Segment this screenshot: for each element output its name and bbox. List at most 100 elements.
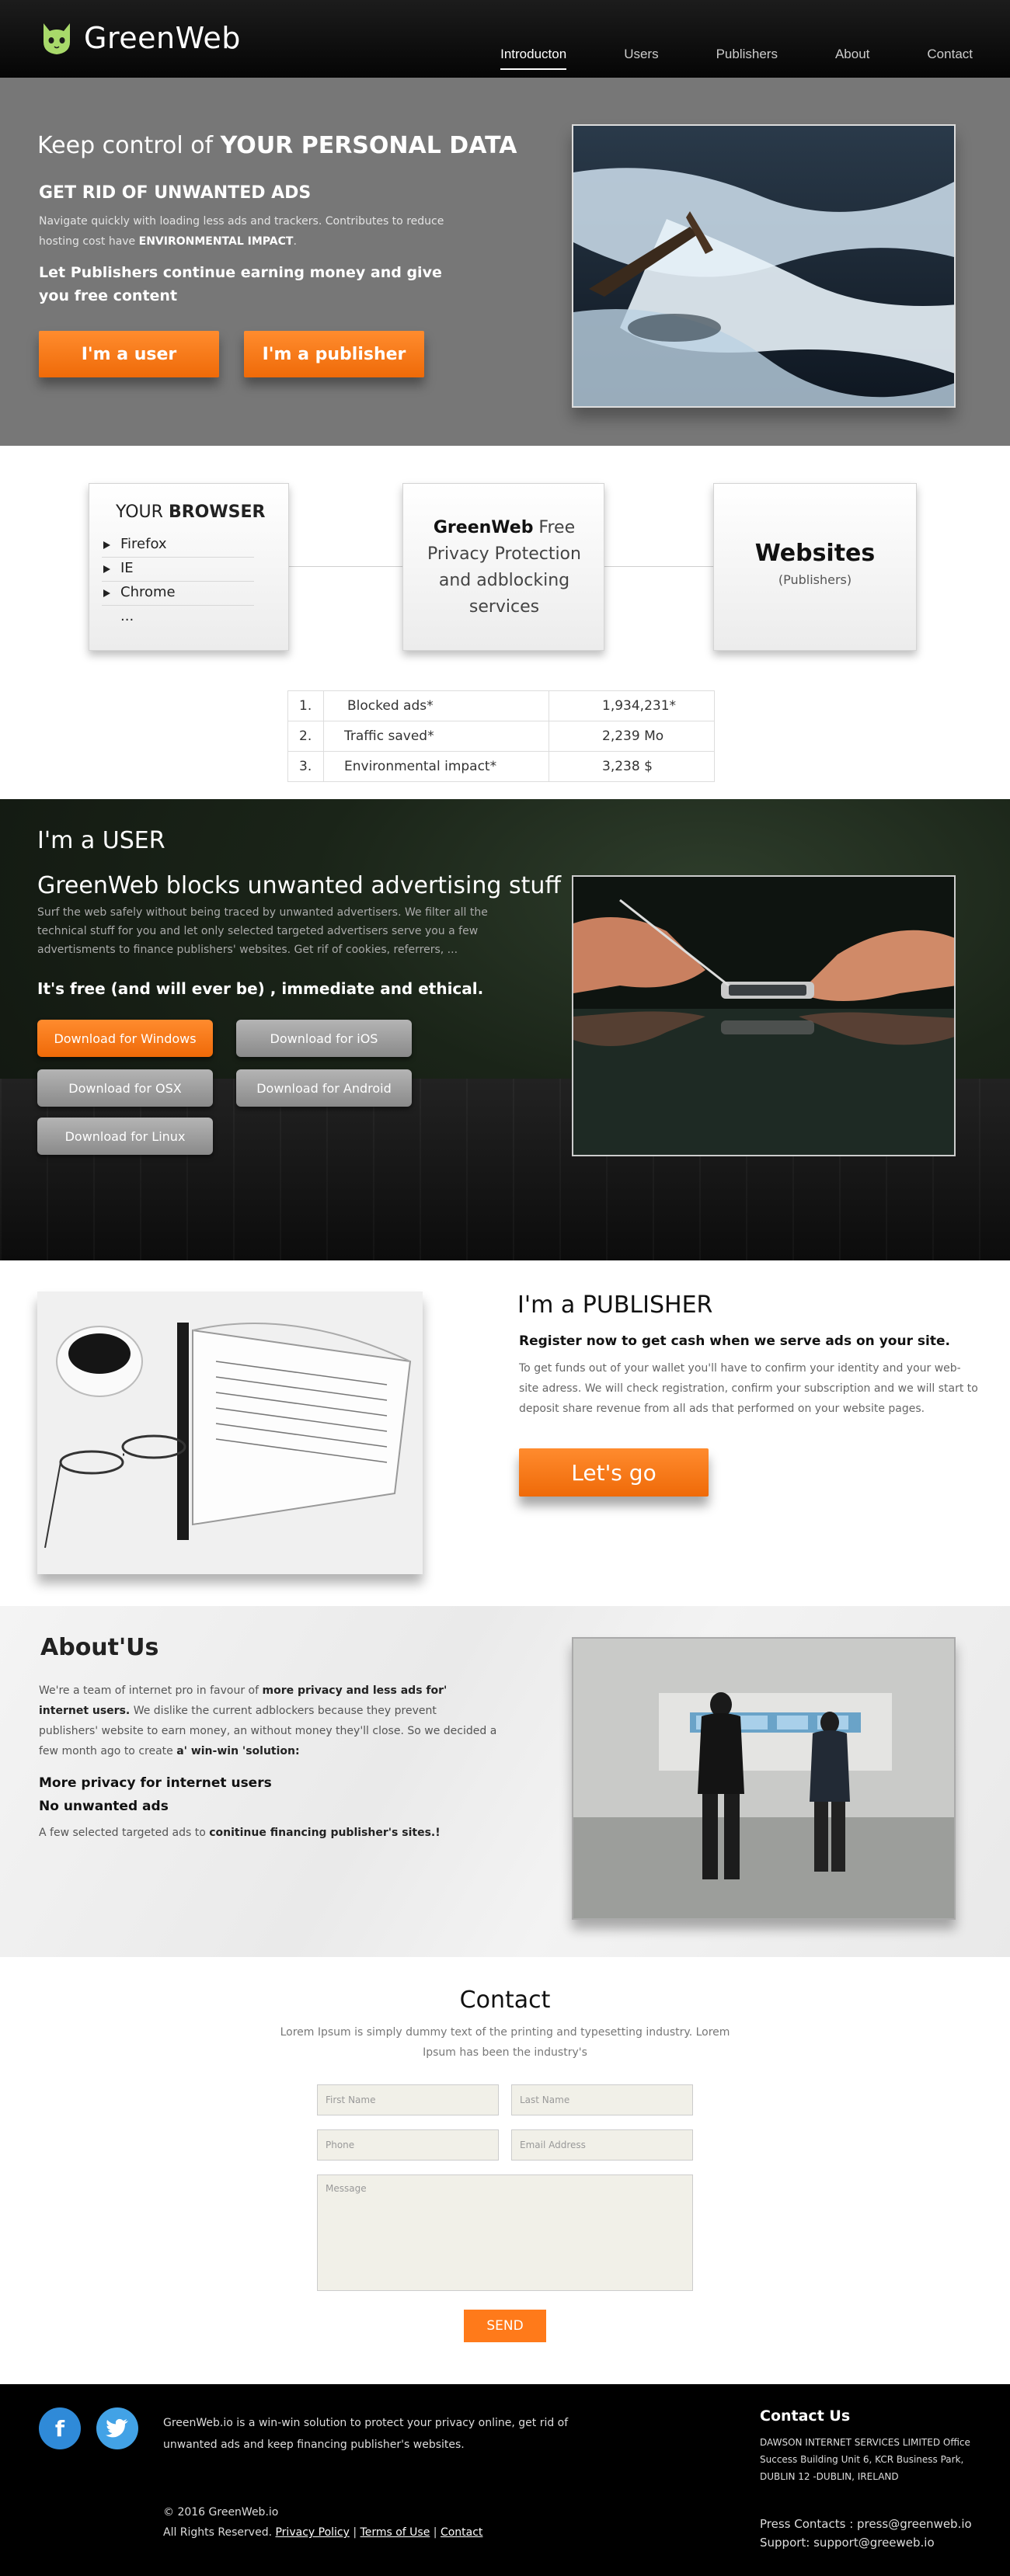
greenweb-box-strong: GreenWeb	[433, 518, 534, 537]
separator: |	[349, 2526, 360, 2539]
browser-title-strong: BROWSER	[168, 502, 266, 522]
hero-title-prefix: Keep control of	[37, 132, 221, 159]
nav-item-publishers[interactable]: Publishers	[716, 47, 778, 70]
stat-value: 3,238 $	[549, 751, 715, 782]
browser-name: Chrome	[120, 584, 176, 600]
stat-num: 1.	[287, 690, 324, 721]
im-a-publisher-button[interactable]: I'm a publisher	[244, 331, 424, 377]
contact-title: Contact	[459, 1987, 551, 2014]
about-text-strong: a' win-win 'solution:	[176, 1745, 300, 1757]
stat-num: 2.	[287, 721, 324, 752]
hero-desc-end: .	[293, 235, 297, 248]
contact-link[interactable]: Contact	[441, 2526, 482, 2539]
lets-go-button[interactable]: Let's go	[519, 1448, 709, 1497]
connector-line	[289, 566, 404, 567]
books-coffee-image	[37, 1291, 423, 1574]
cat-logo-icon	[44, 23, 70, 54]
browser-name: ...	[120, 608, 134, 624]
download-android-button[interactable]: Download for Android	[236, 1069, 412, 1107]
about-title: About'Us	[40, 1634, 159, 1661]
greenweb-box: GreenWeb Free Privacy Protection and adb…	[402, 483, 604, 651]
browser-title: YOUR BROWSER	[116, 502, 265, 522]
main-nav: Introducton Users Publishers About Conta…	[443, 47, 973, 70]
brand-name: GreenWeb	[84, 21, 241, 55]
download-linux-button[interactable]: Download for Linux	[37, 1118, 213, 1155]
books-coffee-photo	[37, 1291, 423, 1574]
send-button[interactable]: SEND	[464, 2310, 546, 2342]
about-point-privacy: More privacy for internet users	[39, 1775, 272, 1791]
twitter-bird-icon	[106, 2418, 128, 2438]
message-field[interactable]	[317, 2174, 693, 2291]
nav-item-users[interactable]: Users	[624, 47, 658, 70]
first-name-field[interactable]	[317, 2084, 499, 2115]
footer-text: GreenWeb.io is a win-win solution to pro…	[163, 2417, 569, 2451]
gallery-image	[573, 1639, 954, 1918]
websites-title: Websites	[754, 540, 876, 567]
connector-line	[604, 566, 713, 567]
users-title: I'm a USER	[37, 827, 165, 854]
footer-legal-links: All Rights Reserved. Privacy Policy | Te…	[163, 2522, 482, 2543]
about-few-text: A few selected targeted ads to	[39, 1827, 210, 1839]
about-few-ads: A few selected targeted ads to conitinue…	[39, 1827, 441, 1839]
stat-value: 1,934,231*	[549, 690, 715, 721]
download-osx-button[interactable]: Download for OSX	[37, 1069, 213, 1107]
footer-contact-title: Contact Us	[760, 2407, 851, 2425]
list-item: ...	[102, 606, 254, 630]
triangle-bullet-icon	[103, 541, 110, 549]
stat-label: Traffic saved*	[323, 721, 549, 752]
nav-item-about[interactable]: About	[835, 47, 869, 70]
browser-name: IE	[120, 560, 134, 576]
about-section: About'Us We're a team of internet pro in…	[0, 1606, 1010, 1957]
hero-desc-strong: ENVIRONMENTAL IMPACT	[138, 235, 294, 248]
hands-phone-photo	[572, 875, 956, 1156]
footer-copyright: © 2016 GreenWeb.io All Rights Reserved. …	[163, 2502, 482, 2543]
list-item: Chrome	[102, 582, 254, 606]
email-field[interactable]	[511, 2129, 693, 2161]
privacy-policy-link[interactable]: Privacy Policy	[275, 2526, 349, 2539]
publisher-section: I'm a PUBLISHER Register now to get cash…	[0, 1260, 1010, 1606]
support-contact[interactable]: Support: support@greeweb.io	[760, 2533, 972, 2552]
twitter-icon[interactable]	[96, 2407, 138, 2449]
im-a-user-button[interactable]: I'm a user	[39, 331, 219, 377]
contact-section: Contact Lorem Ipsum is simply dummy text…	[0, 1957, 1010, 2384]
stat-label: Blocked ads*	[323, 690, 549, 721]
stat-label: Environmental impact*	[323, 751, 549, 782]
hero-title: Keep control of YOUR PERSONAL DATA	[37, 132, 517, 159]
table-row: 2. Traffic saved* 2,239 Mo	[287, 721, 715, 752]
download-ios-button[interactable]: Download for iOS	[236, 1020, 412, 1057]
hero-description: Navigate quickly with loading less ads a…	[39, 211, 458, 252]
about-point-no-ads: No unwanted ads	[39, 1799, 169, 1814]
users-description: Surf the web safely without being traced…	[37, 906, 488, 956]
triangle-bullet-icon	[103, 565, 110, 573]
separator: |	[430, 2526, 441, 2539]
contact-description: Lorem Ipsum is simply dummy text of the …	[280, 2026, 730, 2059]
publisher-description: To get funds out of your wallet you'll h…	[519, 1362, 978, 1415]
stats-table: 1. Blocked ads* 1,934,231* 2. Traffic sa…	[287, 690, 715, 782]
terms-of-use-link[interactable]: Terms of Use	[360, 2526, 430, 2539]
browser-title-prefix: YOUR	[116, 502, 169, 522]
logo[interactable]: GreenWeb	[37, 19, 241, 57]
list-item: IE	[102, 558, 254, 582]
press-contact[interactable]: Press Contacts : press@greenweb.io	[760, 2515, 972, 2533]
publisher-title: I'm a PUBLISHER	[517, 1291, 713, 1319]
publisher-register: Register now to get cash when we serve a…	[519, 1333, 950, 1349]
stat-value: 2,239 Mo	[549, 721, 715, 752]
footer-press: Press Contacts : press@greenweb.io Suppo…	[760, 2515, 972, 2552]
nav-item-contact[interactable]: Contact	[927, 47, 973, 70]
phone-field[interactable]	[317, 2129, 499, 2161]
copyright-text: © 2016 GreenWeb.io	[163, 2506, 279, 2519]
download-windows-button[interactable]: Download for Windows	[37, 1020, 213, 1057]
facebook-icon[interactable]: f	[39, 2407, 81, 2449]
hero-publishers-line: Let Publishers continue earning money an…	[39, 264, 442, 304]
waterfall-image	[573, 126, 954, 406]
nav-item-introduction[interactable]: Introducton	[500, 47, 567, 70]
stat-num: 3.	[287, 751, 324, 782]
last-name-field[interactable]	[511, 2084, 693, 2115]
about-description: We're a team of internet pro in favour o…	[39, 1681, 497, 1761]
about-text: We're a team of internet pro in favour o…	[39, 1684, 263, 1697]
about-few-strong: conitinue financing publisher's sites.!	[209, 1827, 441, 1839]
footer: f GreenWeb.io is a win-win solution to p…	[0, 2384, 1010, 2576]
websites-box: Websites (Publishers)	[713, 483, 917, 651]
websites-subtitle: (Publishers)	[778, 572, 852, 587]
triangle-bullet-icon	[103, 589, 110, 597]
